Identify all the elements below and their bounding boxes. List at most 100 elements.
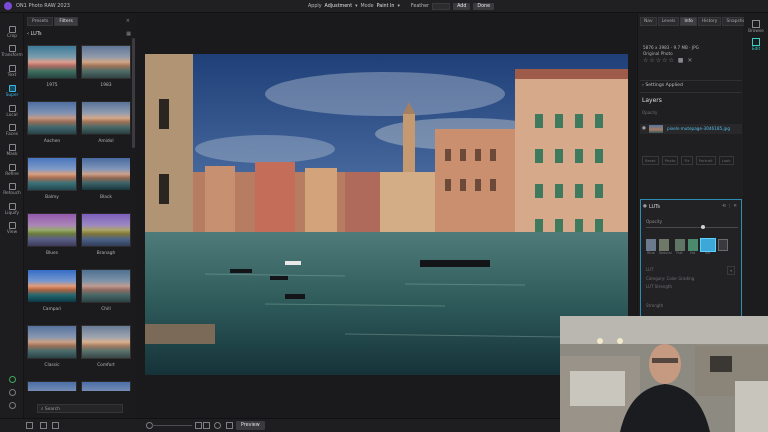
- tool-view[interactable]: View: [0, 222, 24, 235]
- lut-thumbnail[interactable]: 1975: [27, 45, 77, 88]
- module-browse[interactable]: Browse: [744, 20, 768, 34]
- tool-liquify[interactable]: Liquify: [0, 203, 24, 216]
- view-icon: [8, 222, 16, 229]
- layer-name: pixels-mutepage-3046185.jpg: [667, 126, 730, 131]
- fit-icon[interactable]: [195, 422, 202, 429]
- grid-icon[interactable]: [52, 422, 59, 429]
- lut-swatch-flat[interactable]: Flat: [674, 239, 685, 255]
- look-button[interactable]: Look: [718, 156, 734, 165]
- lut-panel-title: LUTs: [649, 204, 661, 210]
- thumbnail-label: Classic: [44, 363, 60, 368]
- swatch-color: [687, 239, 698, 251]
- lut-thumbnail[interactable]: Black: [81, 157, 131, 200]
- app-title: ON1 Photo RAW 2023: [16, 3, 70, 9]
- thumbnail-image: [81, 325, 131, 359]
- tool-text[interactable]: Text: [0, 65, 24, 78]
- add-button[interactable]: Add: [453, 3, 471, 10]
- visibility-icon[interactable]: ●: [642, 126, 646, 131]
- feather-field[interactable]: [432, 3, 451, 10]
- lut-search-input[interactable]: ⌕ Search: [37, 404, 123, 413]
- thumbnail-label: Chill: [101, 307, 111, 312]
- panel-controls-icon[interactable]: ⟲ ⋮ ✕: [722, 204, 737, 209]
- reset-button[interactable]: Reset: [642, 156, 659, 165]
- actual-size-icon[interactable]: [203, 422, 210, 429]
- lut-thumbnail[interactable]: Blues: [27, 213, 77, 256]
- tool-label: Retouch: [3, 191, 21, 196]
- done-button[interactable]: Done: [473, 3, 495, 10]
- lut-swatch-blue[interactable]: Blue: [646, 239, 656, 255]
- fix-button[interactable]: Fix: [681, 156, 693, 165]
- swatch-label: Blue: [647, 251, 655, 255]
- settings-applied-section[interactable]: › Settings Applied: [642, 83, 683, 88]
- lut-thumbnail[interactable]: Aachen: [27, 101, 77, 144]
- search-placeholder: Search: [44, 407, 60, 412]
- tab-presets[interactable]: Presets: [27, 17, 54, 26]
- lut-swatch-natural[interactable]: Natural: [659, 239, 672, 255]
- lut-opacity-slider[interactable]: [646, 225, 738, 229]
- photo-button[interactable]: Photo: [661, 156, 679, 165]
- photo-canvas[interactable]: [145, 54, 628, 375]
- luts-filter-panel: ● LUTs ⟲ ⋮ ✕ Opacity Blue Natural Flat F…: [640, 199, 742, 327]
- lut-thumbnail[interactable]: Campari: [27, 269, 77, 312]
- lut-thumbnail[interactable]: Comfort: [81, 325, 131, 368]
- tab-levels[interactable]: Levels: [657, 17, 680, 26]
- breadcrumb[interactable]: ‹ LUTs: [27, 31, 42, 37]
- close-icon[interactable]: ×: [126, 18, 130, 24]
- status-icon[interactable]: [8, 376, 16, 383]
- thumbnail-label: Black: [100, 195, 112, 200]
- mask-icon: [8, 144, 16, 151]
- thumbnail-image: [27, 325, 77, 359]
- filter-toggle-icon[interactable]: ●: [643, 204, 647, 209]
- mask-view-icon[interactable]: [214, 422, 221, 429]
- tab-nav[interactable]: Nav: [640, 17, 657, 26]
- tool-refine[interactable]: Refine: [0, 164, 24, 177]
- lut-swatch-more[interactable]: [717, 239, 728, 255]
- tool-local[interactable]: Local: [0, 105, 24, 118]
- lut-swatch-fat[interactable]: Fat: [687, 239, 698, 255]
- lut-thumbnail[interactable]: Classic: [27, 325, 77, 368]
- tool-super[interactable]: Super: [0, 85, 24, 98]
- star-rating[interactable]: ☆☆☆☆☆ ■ ✕: [643, 57, 693, 64]
- swatch-color: [717, 239, 728, 251]
- tool-faces[interactable]: Faces: [0, 124, 24, 137]
- module-edit[interactable]: Edit: [744, 38, 768, 52]
- zoom-slider[interactable]: [152, 425, 192, 426]
- lut-thumbnail[interactable]: 1983: [81, 45, 131, 88]
- text-icon: [8, 65, 16, 72]
- lut-thumbnail[interactable]: Balmy: [27, 157, 77, 200]
- thumbnail-image: [27, 101, 77, 135]
- panel-scrollbar[interactable]: [132, 38, 135, 148]
- breadcrumb-label: LUTs: [30, 31, 42, 37]
- lut-thumbnail[interactable]: Branagh: [81, 213, 131, 256]
- lut-thumbnail[interactable]: [81, 381, 131, 391]
- mode-dropdown[interactable]: Paint In: [377, 4, 395, 9]
- settings-icon[interactable]: [8, 402, 16, 409]
- portrait-button[interactable]: Portrait: [695, 156, 716, 165]
- tab-info[interactable]: Info: [680, 17, 697, 26]
- tool-label: Local: [6, 113, 18, 118]
- filmstrip-icon[interactable]: [26, 422, 33, 429]
- lut-thumbnail[interactable]: Amidol: [81, 101, 131, 144]
- lut-thumbnail[interactable]: Chill: [81, 269, 131, 312]
- lut-dropdown[interactable]: ▾: [727, 266, 735, 275]
- tool-mask[interactable]: Mask: [0, 144, 24, 157]
- apply-dropdown[interactable]: Adjustment: [325, 4, 353, 9]
- layer-row[interactable]: ● pixels-mutepage-3046185.jpg: [640, 124, 742, 134]
- thumbnail-label: 1975: [46, 83, 58, 88]
- tool-transform[interactable]: Transform: [0, 45, 24, 58]
- tool-label: Transform: [1, 53, 23, 58]
- before-after-icon[interactable]: [226, 422, 233, 429]
- help-icon[interactable]: [8, 389, 16, 396]
- thumbnail-image: [81, 101, 131, 135]
- compare-icon[interactable]: [40, 422, 47, 429]
- transform-icon: [8, 45, 16, 52]
- preview-button[interactable]: Preview: [236, 421, 265, 430]
- tab-filters[interactable]: Filters: [54, 17, 78, 26]
- grid-view-icon[interactable]: ▦: [126, 31, 131, 37]
- tab-history[interactable]: History: [697, 17, 722, 26]
- slider-knob[interactable]: [700, 225, 705, 229]
- lut-swatch-selected[interactable]: Vid: [699, 238, 716, 255]
- tool-crop[interactable]: Crop: [0, 26, 24, 39]
- lut-thumbnail[interactable]: [27, 381, 77, 391]
- tool-retouch[interactable]: Retouch: [0, 183, 24, 196]
